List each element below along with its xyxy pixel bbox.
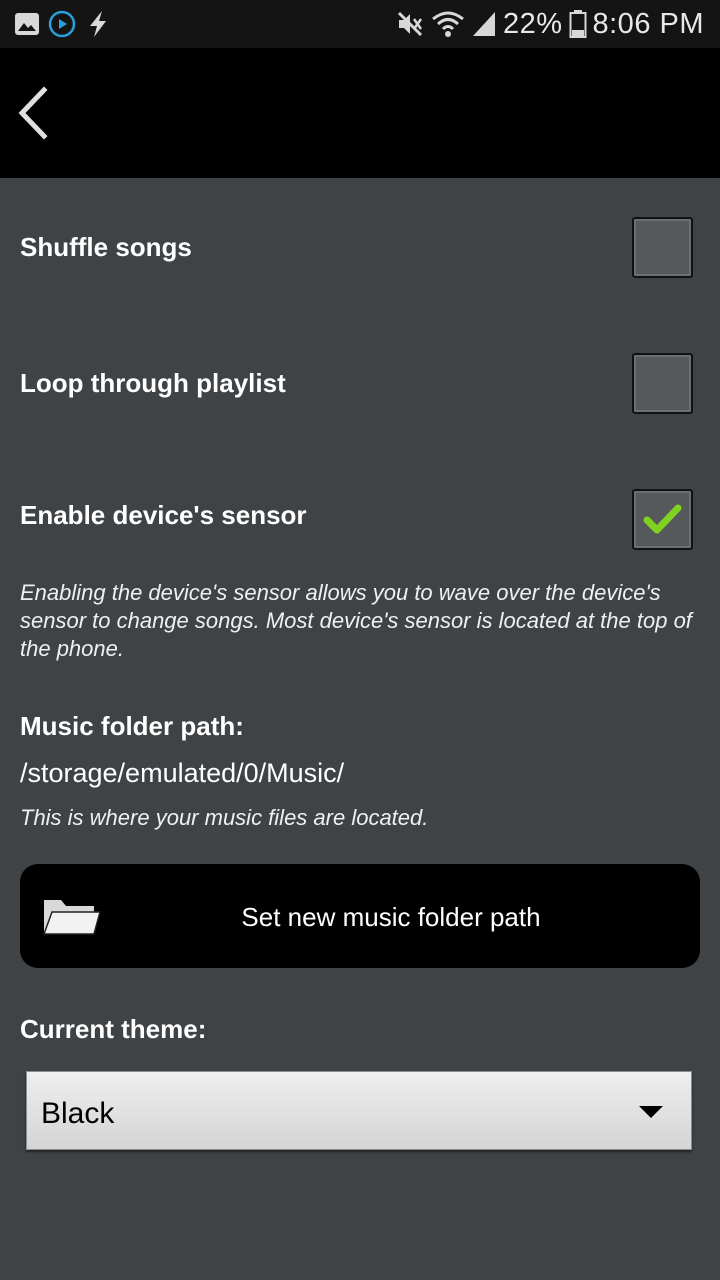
loop-label: Loop through playlist	[20, 368, 286, 398]
sensor-checkbox[interactable]	[632, 489, 693, 550]
back-chevron-icon[interactable]	[14, 86, 54, 140]
battery-percent: 22%	[502, 7, 563, 40]
music-folder-path: /storage/emulated/0/Music/	[20, 758, 345, 788]
theme-selected-value: Black	[41, 1097, 115, 1130]
dropdown-caret-icon	[639, 1106, 663, 1118]
music-folder-heading: Music folder path:	[20, 711, 244, 741]
bolt-icon	[90, 11, 106, 37]
shuffle-checkbox[interactable]	[632, 217, 693, 278]
setting-loop-playlist[interactable]: Loop through playlist	[0, 336, 720, 436]
status-right: 22% 8:06 PM	[395, 0, 704, 48]
theme-heading: Current theme:	[20, 1014, 207, 1044]
wifi-icon	[432, 11, 464, 37]
loop-checkbox[interactable]	[632, 353, 693, 414]
theme-dropdown[interactable]: Black	[26, 1071, 692, 1150]
shuffle-label: Shuffle songs	[20, 232, 192, 262]
sensor-label: Enable device's sensor	[20, 500, 307, 530]
image-icon	[15, 13, 39, 35]
battery-icon	[569, 10, 586, 38]
mute-icon	[397, 11, 423, 37]
setting-shuffle-songs[interactable]: Shuffle songs	[0, 200, 720, 300]
cell-signal-icon	[472, 12, 495, 36]
status-bar: 22% 8:06 PM	[0, 0, 720, 48]
check-mark-icon	[643, 504, 682, 534]
set-music-folder-button[interactable]: Set new music folder path	[20, 864, 700, 968]
setting-device-sensor[interactable]: Enable device's sensor	[0, 472, 720, 572]
set-music-folder-label: Set new music folder path	[241, 902, 541, 932]
sensor-description: Enabling the device's sensor allows you …	[20, 580, 692, 661]
clock: 8:06 PM	[592, 7, 704, 40]
action-bar	[0, 48, 720, 178]
play-circle-icon	[48, 10, 76, 38]
music-folder-note: This is where your music files are locat…	[20, 805, 429, 830]
